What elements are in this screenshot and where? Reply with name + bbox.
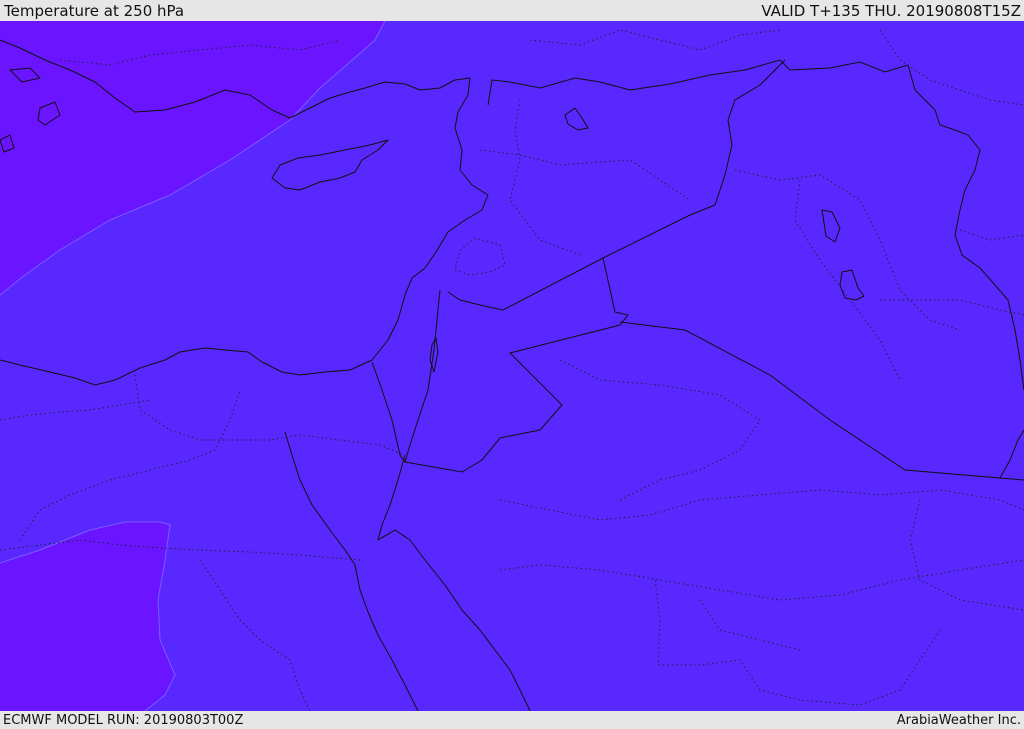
map-frame: Temperature at 250 hPa VALID T+135 THU. … [0,0,1024,729]
credit: ArabiaWeather Inc. [896,712,1021,728]
map-title: Temperature at 250 hPa [4,1,185,20]
footer-bar: ECMWF MODEL RUN: 20190803T00Z ArabiaWeat… [0,711,1024,729]
model-run: ECMWF MODEL RUN: 20190803T00Z [3,712,244,728]
temperature-map [0,21,1024,711]
valid-time: VALID T+135 THU. 20190808T15Z [761,1,1021,20]
header-bar: Temperature at 250 hPa VALID T+135 THU. … [0,0,1024,21]
